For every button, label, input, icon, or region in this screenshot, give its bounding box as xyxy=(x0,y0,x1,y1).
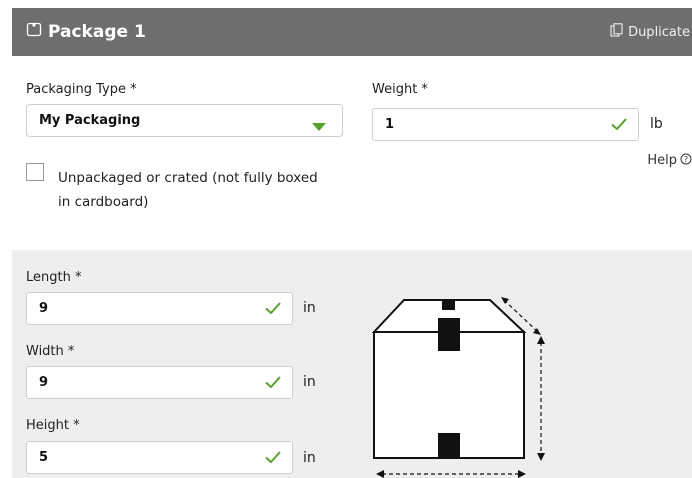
length-label: Length * xyxy=(26,270,82,285)
check-icon xyxy=(264,299,282,321)
copy-icon xyxy=(610,23,623,41)
width-label: Width * xyxy=(26,344,75,359)
packaging-type-label: Packaging Type * xyxy=(26,82,137,97)
check-icon xyxy=(264,448,282,470)
width-value: 9 xyxy=(39,375,49,390)
help-link[interactable]: Help ? xyxy=(647,153,692,169)
check-icon xyxy=(610,115,628,137)
box-diagram-icon xyxy=(371,297,545,478)
weight-input[interactable]: 1 xyxy=(372,108,639,141)
height-input[interactable]: 5 xyxy=(26,441,293,474)
width-input[interactable]: 9 xyxy=(26,366,293,399)
width-unit: in xyxy=(303,374,316,390)
unpackaged-label: Unpackaged or crated (not fully boxed in… xyxy=(58,170,318,210)
height-value: 5 xyxy=(39,450,49,465)
height-unit: in xyxy=(303,450,316,466)
svg-text:?: ? xyxy=(684,155,688,164)
duplicate-label: Duplicate xyxy=(628,24,690,40)
weight-label: Weight * xyxy=(372,82,428,97)
weight-unit: lb xyxy=(650,116,663,132)
packaging-type-value: My Packaging xyxy=(39,113,141,128)
weight-value: 1 xyxy=(385,117,395,132)
package-title-text: Package 1 xyxy=(48,21,146,42)
duplicate-button[interactable]: Duplicate xyxy=(610,23,690,41)
chevron-down-icon xyxy=(312,117,326,136)
help-label: Help xyxy=(647,153,677,168)
height-label: Height * xyxy=(26,418,80,433)
packaging-type-select[interactable]: My Packaging xyxy=(26,104,343,137)
package-icon xyxy=(26,21,42,42)
question-circle-icon: ? xyxy=(680,153,692,169)
length-value: 9 xyxy=(39,301,49,316)
length-unit: in xyxy=(303,300,316,316)
unpackaged-checkbox[interactable] xyxy=(26,163,44,181)
package-title: Package 1 xyxy=(26,21,146,42)
check-icon xyxy=(264,373,282,395)
length-input[interactable]: 9 xyxy=(26,292,293,325)
package-header: Package 1 Duplicate xyxy=(12,8,692,56)
